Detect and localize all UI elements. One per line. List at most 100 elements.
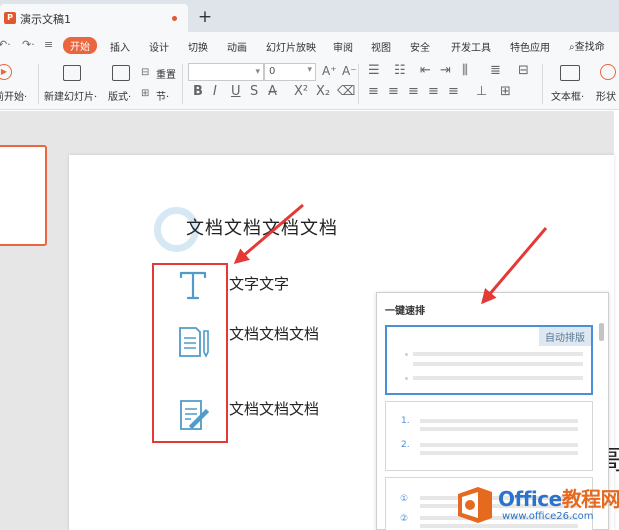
strikethrough-icon[interactable]: A̶ [268,85,277,99]
separator [358,64,359,104]
slide-title[interactable]: 文档文档文档文档 [186,214,338,240]
increase-indent-icon[interactable]: ⇥ [440,64,451,78]
increase-font-icon[interactable]: A⁺ [322,64,337,78]
circled-number: ② [400,514,409,524]
textbox-button[interactable]: 文本框· [551,88,584,103]
clear-format-icon[interactable]: ⌫ [337,85,355,99]
smart-art-icon[interactable]: ⊞ [500,85,511,99]
chevron-down-icon: ▾ [255,67,260,77]
search-command[interactable]: ⌕查找命 [569,38,605,53]
new-tab-button[interactable]: + [196,8,214,26]
placeholder-line [413,352,583,356]
panel-title: 一键速排 [385,306,425,317]
separator [542,64,543,104]
line-spacing-icon[interactable]: ≣ [490,64,501,78]
ribbon-toolbar: ▶ 前开始· 新建幻灯片· 版式· ⊟ 重置 ⊞ 节· ▾ 0▾ A⁺ A⁻ B… [0,58,619,110]
placeholder-line [420,443,578,447]
menu-tab-design[interactable]: 设计 [149,39,169,54]
watermark-name-tutorial: 教程网 [561,487,619,511]
menu-tab-insert[interactable]: 插入 [110,39,130,54]
section-button[interactable]: 节· [156,88,169,103]
placeholder-line [420,427,578,431]
watermark-url: www.office26.com [502,511,594,522]
menu-tab-view[interactable]: 视图 [371,39,391,54]
reset-button[interactable]: 重置 [156,66,176,81]
shape-icon[interactable] [600,64,616,80]
decrease-font-icon[interactable]: A⁻ [342,64,357,78]
auto-layout-badge: 自动排版 [539,327,591,346]
bullet-dot [405,353,408,356]
presentation-app-icon: P [4,12,16,24]
placeholder-line [420,451,578,455]
play-icon[interactable]: ▶ [0,64,12,80]
bullet-dot [405,377,408,380]
shape-button[interactable]: 形状 [596,88,616,103]
tab-bar: P 演示文稿1 + [0,0,619,32]
numbered-list-icon[interactable]: ☷ [394,64,406,78]
menu-tab-transition[interactable]: 切换 [188,39,208,54]
layout-icon[interactable] [112,65,130,81]
from-start-button[interactable]: 前开始· [0,88,27,103]
watermark-name-office: Office [498,487,562,511]
layout-button[interactable]: 版式· [108,88,131,103]
icon-highlight-box [152,263,228,443]
office-logo-icon [458,487,492,523]
layout-option-numbered[interactable]: 1. 2. [385,401,593,471]
site-watermark: Office教程网 www.office26.com [454,480,619,530]
menu-tab-developer[interactable]: 开发工具 [451,39,491,54]
panel-scrollbar[interactable] [599,323,604,341]
shadow-icon[interactable]: S [250,85,258,99]
separator [38,64,39,104]
font-size-select[interactable]: 0 ▾ [264,63,316,81]
undo-icon[interactable]: ↶· [0,38,11,51]
slide-item-2-text[interactable]: 文档文档文档 [229,321,319,347]
text-direction-icon[interactable]: ⫼ [462,64,468,78]
layout-option-auto[interactable]: 自动排版 [385,325,593,395]
placeholder-line [420,419,578,423]
menu-tab-review[interactable]: 审阅 [333,39,353,54]
section-icon: ⊞ [141,88,150,99]
superscript-icon[interactable]: X² [294,85,308,99]
new-slide-button[interactable]: 新建幻灯片· [44,88,97,103]
separator [182,64,183,104]
bullet-list-icon[interactable]: ☰ [368,64,380,78]
subscript-icon[interactable]: X₂ [316,85,330,99]
justify-icon[interactable]: ≡ [428,85,439,99]
slide-thumbnail[interactable] [0,145,47,246]
font-size-value: 0 [269,66,276,77]
slide-item-3-text[interactable]: 文档文档文档 [229,396,319,422]
reset-icon: ⊟ [141,67,150,78]
decrease-indent-icon[interactable]: ⇤ [420,64,431,78]
align-center-icon[interactable]: ≡ [388,85,399,99]
document-tab[interactable]: P 演示文稿1 [0,4,188,32]
slide-item-1-text[interactable]: 文字文字 [229,271,289,297]
align-left-icon[interactable]: ≡ [368,85,379,99]
list-number: 2. [401,440,410,450]
distribute-icon[interactable]: ≡ [448,85,459,99]
font-name-select[interactable]: ▾ [188,63,264,81]
placeholder-line [413,362,583,366]
menu-tab-animation[interactable]: 动画 [227,39,247,54]
columns-icon[interactable]: ⊟ [518,64,529,78]
list-number: 1. [401,416,410,426]
new-slide-icon[interactable] [63,65,81,81]
menu-tab-special[interactable]: 特色应用 [510,39,550,54]
vertical-align-icon[interactable]: ⊥ [476,85,487,99]
quick-access-more-icon[interactable]: ≡ [44,38,53,51]
redo-icon[interactable]: ↷· [22,38,35,51]
watermark-name: Office教程网 [498,483,619,512]
unsaved-dot-icon[interactable] [172,16,177,21]
chevron-down-icon: ▾ [307,65,312,75]
menu-bar: ↶· ↷· ≡ 开始 插入 设计 切换 动画 幻灯片放映 审阅 视图 安全 开发… [0,32,619,58]
menu-tab-slideshow[interactable]: 幻灯片放映 [266,39,316,54]
menu-tab-home[interactable]: 开始 [63,37,97,54]
menu-tab-security[interactable]: 安全 [410,39,430,54]
document-title: 演示文稿1 [20,13,71,26]
bold-icon[interactable]: B [193,85,203,99]
placeholder-line [413,376,583,380]
italic-icon[interactable]: I [213,85,217,99]
textbox-icon[interactable] [560,65,580,81]
search-command-label: 查找命 [574,42,605,53]
underline-icon[interactable]: U [231,85,241,99]
align-right-icon[interactable]: ≡ [408,85,419,99]
